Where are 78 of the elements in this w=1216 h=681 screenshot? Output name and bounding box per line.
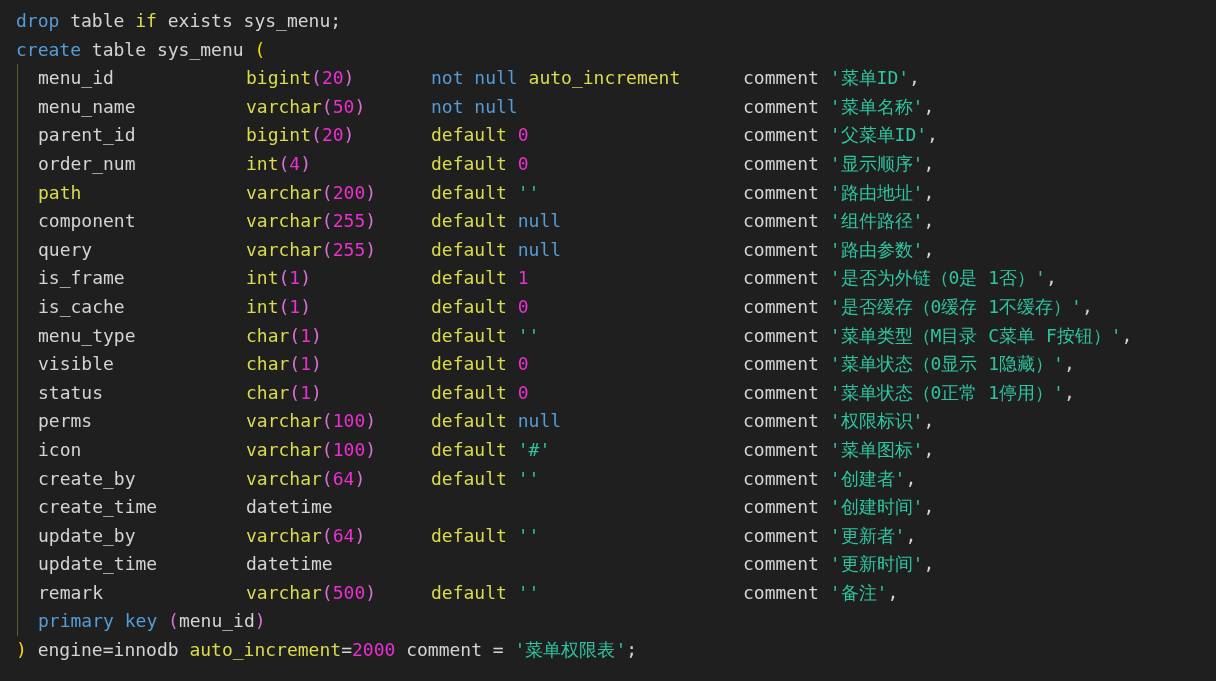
code-token: is_cache bbox=[38, 294, 126, 319]
code-token: comment '是否缓存（0缓存 1不缓存）', bbox=[743, 294, 1094, 319]
code-token: icon bbox=[38, 437, 83, 462]
code-token: default 1 bbox=[431, 266, 530, 291]
code-token: comment '菜单状态（0显示 1隐藏）', bbox=[743, 352, 1076, 377]
code-token: bigint(20) bbox=[246, 66, 356, 91]
code-token: component bbox=[38, 209, 137, 234]
code-token: default '' bbox=[431, 466, 541, 491]
code-token: char(1) bbox=[246, 380, 323, 405]
code-token: comment '菜单类型（M目录 C菜单 F按钮）', bbox=[743, 323, 1133, 348]
code-token: default '' bbox=[431, 523, 541, 548]
code-token: char(1) bbox=[246, 323, 323, 348]
code-token: char(1) bbox=[246, 352, 323, 377]
code-token: not null bbox=[431, 94, 519, 119]
code-token: default '' bbox=[431, 180, 541, 205]
code-token: default null bbox=[431, 237, 563, 262]
code-token: varchar(50) bbox=[246, 94, 367, 119]
code-token: order_num bbox=[38, 151, 137, 176]
code-token: comment '菜单状态（0正常 1停用）', bbox=[743, 380, 1076, 405]
code-token: update_time bbox=[38, 552, 159, 577]
code-token: default 0 bbox=[431, 294, 530, 319]
code-token: default null bbox=[431, 409, 563, 434]
code-token: varchar(100) bbox=[246, 437, 378, 462]
code-token: create_time bbox=[38, 495, 159, 520]
code-token: varchar(64) bbox=[246, 523, 367, 548]
code-token: comment '更新者', bbox=[743, 523, 918, 548]
code-token: comment '菜单图标', bbox=[743, 437, 936, 462]
code-token: not null auto_increment bbox=[431, 66, 682, 91]
code-token: update_by bbox=[38, 523, 137, 548]
code-token: int(1) bbox=[246, 266, 313, 291]
code-token: comment '更新时间', bbox=[743, 552, 936, 577]
code-token: create_by bbox=[38, 466, 137, 491]
code-token: remark bbox=[38, 580, 105, 605]
code-token: varchar(100) bbox=[246, 409, 378, 434]
code-token: status bbox=[38, 380, 105, 405]
code-token: default '' bbox=[431, 323, 541, 348]
code-token: default 0 bbox=[431, 352, 530, 377]
code-token: default '#' bbox=[431, 437, 552, 462]
code-token: path bbox=[38, 180, 83, 205]
code-token: perms bbox=[38, 409, 94, 434]
code-token: menu_type bbox=[38, 323, 137, 348]
code-token: visible bbox=[38, 352, 115, 377]
code-token: comment '组件路径', bbox=[743, 209, 936, 234]
code-token: parent_id bbox=[38, 123, 137, 148]
code-line: create table sys_menu ( bbox=[16, 37, 267, 62]
code-token: int(4) bbox=[246, 151, 313, 176]
code-token: comment '路由参数', bbox=[743, 237, 936, 262]
code-token: comment '显示顺序', bbox=[743, 151, 936, 176]
code-token: comment '路由地址', bbox=[743, 180, 936, 205]
code-token: query bbox=[38, 237, 94, 262]
code-token: bigint(20) bbox=[246, 123, 356, 148]
code-token: comment '菜单ID', bbox=[743, 66, 921, 91]
code-token: comment '创建者', bbox=[743, 466, 918, 491]
code-token: datetime bbox=[246, 495, 334, 520]
code-token: varchar(255) bbox=[246, 237, 378, 262]
code-token: comment '菜单名称', bbox=[743, 94, 936, 119]
code-token: comment '是否为外链（0是 1否）', bbox=[743, 266, 1058, 291]
code-token: varchar(64) bbox=[246, 466, 367, 491]
code-line: ) engine=innodb auto_increment=2000 comment = '菜单权限表'; bbox=[16, 638, 639, 663]
code-token: comment '权限标识', bbox=[743, 409, 936, 434]
code-token: menu_name bbox=[38, 94, 137, 119]
code-token: varchar(255) bbox=[246, 209, 378, 234]
code-token: datetime bbox=[246, 552, 334, 577]
code-token: comment '父菜单ID', bbox=[743, 123, 939, 148]
code-token: comment '创建时间', bbox=[743, 495, 936, 520]
code-token: comment '备注', bbox=[743, 580, 900, 605]
code-token: default 0 bbox=[431, 151, 530, 176]
code-token: int(1) bbox=[246, 294, 313, 319]
code-token: default null bbox=[431, 209, 563, 234]
code-token: varchar(200) bbox=[246, 180, 378, 205]
code-token: is_frame bbox=[38, 266, 126, 291]
code-token: menu_id bbox=[38, 66, 115, 91]
code-token: default 0 bbox=[431, 380, 530, 405]
code-line: drop table if exists sys_menu; bbox=[16, 9, 343, 33]
code-token: varchar(500) bbox=[246, 580, 378, 605]
code-line: primary key (menu_id) bbox=[38, 609, 267, 634]
code-token: default 0 bbox=[431, 123, 530, 148]
code-token: default '' bbox=[431, 580, 541, 605]
